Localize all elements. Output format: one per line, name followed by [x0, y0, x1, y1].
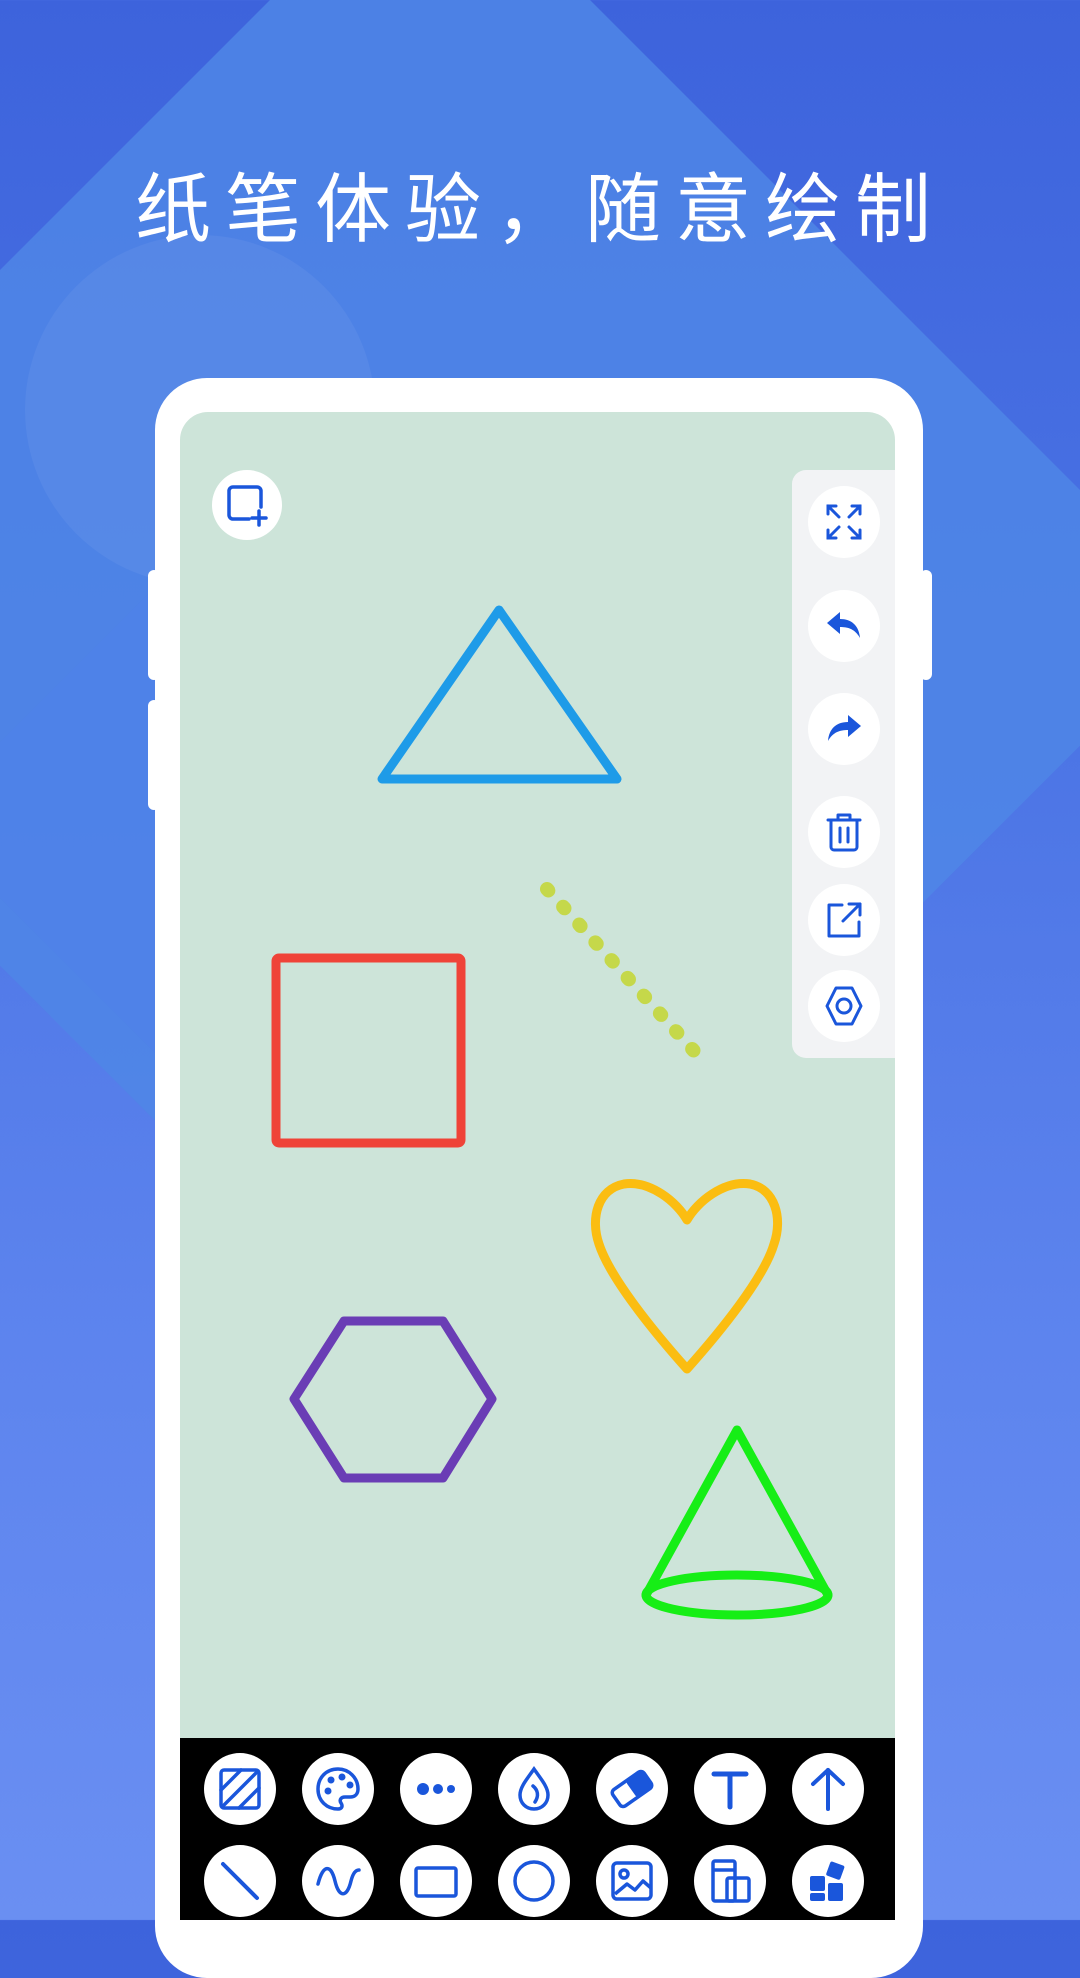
trash-icon	[826, 813, 862, 852]
app-screen	[180, 412, 895, 1920]
rectangle-icon	[414, 1866, 458, 1898]
eraser-icon	[610, 1769, 654, 1809]
hexagon-shape	[289, 1316, 497, 1483]
undo-icon	[827, 612, 860, 638]
apps-icon	[810, 1861, 845, 1901]
fill-pattern-icon	[219, 1768, 261, 1810]
share-button[interactable]	[808, 884, 880, 956]
delete-button[interactable]	[808, 796, 880, 868]
bottom-toolbar	[180, 1738, 895, 1920]
fullscreen-button[interactable]	[808, 486, 880, 558]
expand-icon	[826, 504, 862, 540]
text-tool[interactable]	[694, 1753, 766, 1825]
layout-tool[interactable]	[694, 1845, 766, 1917]
circle-tool[interactable]	[498, 1845, 570, 1917]
square-shape	[271, 953, 466, 1148]
layout-icon	[711, 1859, 751, 1903]
more-dots-icon	[417, 1783, 455, 1795]
settings-hexagon-icon	[825, 986, 863, 1026]
brush-style-tool[interactable]	[400, 1753, 472, 1825]
opacity-tool[interactable]	[498, 1753, 570, 1825]
settings-button[interactable]	[808, 970, 880, 1042]
new-canvas-button[interactable]	[212, 470, 282, 540]
redo-button[interactable]	[808, 693, 880, 765]
color-palette-tool[interactable]	[302, 1753, 374, 1825]
right-action-panel	[792, 470, 895, 1058]
share-icon	[827, 902, 862, 938]
curve-tool[interactable]	[302, 1845, 374, 1917]
image-tool[interactable]	[596, 1845, 668, 1917]
cone-shape	[641, 1425, 833, 1620]
fill-pattern-tool[interactable]	[204, 1753, 276, 1825]
eraser-tool[interactable]	[596, 1753, 668, 1825]
apps-tool[interactable]	[792, 1845, 864, 1917]
dotted-line-shape	[540, 882, 701, 1058]
palette-icon	[316, 1767, 360, 1811]
line-tool[interactable]	[204, 1845, 276, 1917]
text-icon	[711, 1771, 749, 1810]
arrow-up-icon	[811, 1768, 845, 1811]
headline: 纸笔体验，随意绘制	[135, 165, 945, 254]
drawing-canvas[interactable]	[180, 412, 895, 1720]
wave-icon	[316, 1866, 361, 1896]
circle-icon	[513, 1860, 555, 1902]
ink-drop-icon	[518, 1765, 550, 1811]
redo-icon	[828, 715, 861, 741]
undo-button[interactable]	[808, 590, 880, 662]
triangle-shape	[377, 605, 622, 784]
rectangle-tool[interactable]	[400, 1845, 472, 1917]
heart-shape	[591, 1179, 783, 1374]
line-icon	[221, 1862, 259, 1900]
arrow-tool[interactable]	[792, 1753, 864, 1825]
add-canvas-icon	[227, 485, 268, 527]
image-icon	[611, 1861, 653, 1901]
